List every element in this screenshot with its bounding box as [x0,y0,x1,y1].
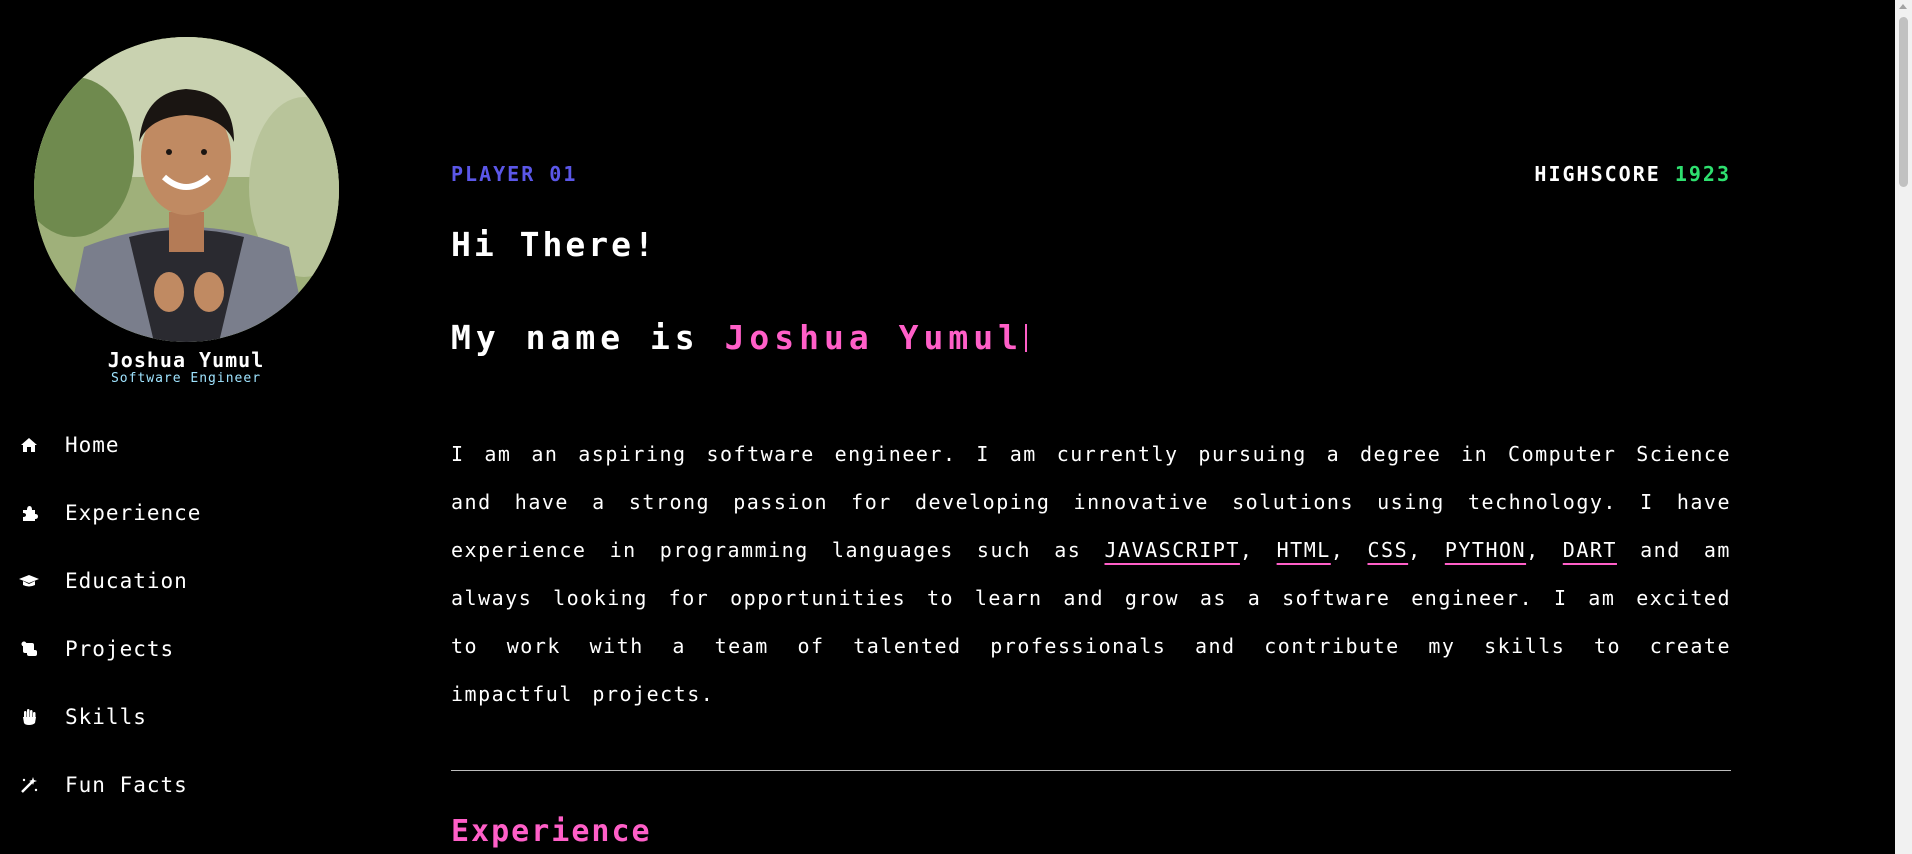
scroll-thumb[interactable] [1899,17,1908,187]
intro-name: Joshua Yumul [724,318,1023,357]
page-scrollbar[interactable] [1895,0,1912,854]
avatar [34,37,339,342]
scroll-up-icon[interactable] [1899,4,1907,9]
intro-prefix: My name is [451,318,700,357]
nav-label: Experience [65,501,202,525]
main-content: PLAYER 01 HIGHSCORE 1923 Hi There! My na… [451,0,1731,854]
nav-item-home[interactable]: Home [0,420,320,470]
language-link[interactable]: HTML [1277,538,1331,562]
nav-label: Education [65,569,188,593]
player-label: PLAYER 01 [451,162,578,186]
nav-item-education[interactable]: Education [0,556,320,606]
nav-label: Fun Facts [65,773,188,797]
puzzle-icon [19,503,39,523]
language-link[interactable]: DART [1563,538,1617,562]
experience-section-title: Experience [451,814,652,849]
nav-label: Projects [65,637,175,661]
highscore-label: HIGHSCORE [1534,162,1661,186]
section-divider [451,770,1731,771]
hand-icon [19,707,39,727]
language-link[interactable]: CSS [1368,538,1409,562]
intro-heading: My name is Joshua Yumul [451,318,1027,357]
nav-item-experience[interactable]: Experience [0,488,320,538]
language-link[interactable]: PYTHON [1445,538,1526,562]
profile-role: Software Engineer [110,371,262,386]
magic-wand-icon [19,775,39,795]
bio-text: I am an aspiring software engineer. I am… [451,442,1731,562]
home-icon [19,435,39,455]
greeting-heading: Hi There! [451,225,657,264]
sidebar: Joshua Yumul Software Engineer Home Expe… [0,0,375,854]
typing-cursor [1024,324,1027,352]
scroll-icon [19,639,39,659]
graduation-cap-icon [19,571,39,591]
highscore-value: 1923 [1674,162,1731,186]
profile-name: Joshua Yumul [107,348,265,372]
language-link[interactable]: JAVASCRIPT [1105,538,1240,562]
nav-label: Home [65,433,120,457]
bio-paragraph: I am an aspiring software engineer. I am… [451,442,1731,706]
highscore: HIGHSCORE 1923 [1534,162,1731,186]
nav-item-skills[interactable]: Skills [0,692,320,742]
nav-label: Skills [65,705,147,729]
bio-text: and am always looking for opportunities … [451,538,1731,706]
nav-item-fun-facts[interactable]: Fun Facts [0,760,320,810]
nav-item-projects[interactable]: Projects [0,624,320,674]
